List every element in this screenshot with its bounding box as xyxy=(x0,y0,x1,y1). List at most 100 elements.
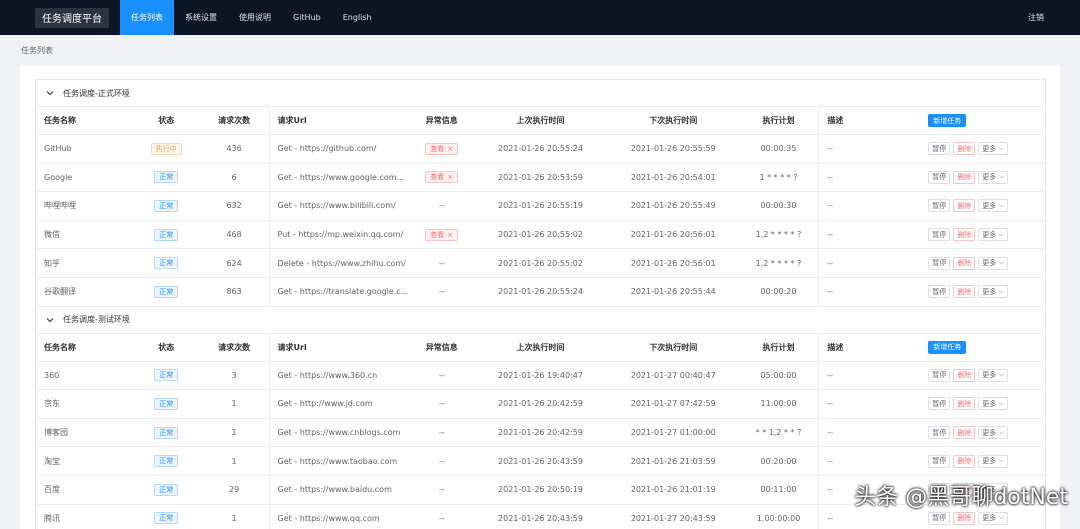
delete-button[interactable]: 删除 xyxy=(953,426,976,440)
request-url: Put - https://mp.weixin.qq.com/ xyxy=(268,220,411,249)
delete-button[interactable]: 删除 xyxy=(953,142,976,156)
pause-button[interactable]: 暂停 xyxy=(928,397,951,411)
status-badge: 执行中 xyxy=(150,142,182,155)
nav-task-list[interactable]: 任务列表 xyxy=(120,0,174,35)
next-run-time: 2021-01-26 20:54:01 xyxy=(630,172,716,182)
nav-github[interactable]: GitHub xyxy=(282,0,332,35)
actions-cell: 暂停 删除 更多 ⌵ xyxy=(918,164,1045,192)
table-row: 360 正常 3 Get - https://www.360.cn -- 2021-01-… xyxy=(36,361,1045,391)
more-dropdown[interactable]: 更多 ⌵ xyxy=(978,397,1008,411)
error-view-label: 查看 xyxy=(430,173,445,182)
error-cell: -- xyxy=(410,390,473,418)
pause-button[interactable]: 暂停 xyxy=(928,228,951,242)
request-count: 863 xyxy=(226,287,242,297)
pause-button[interactable]: 暂停 xyxy=(928,170,951,184)
more-dropdown[interactable]: 更多 ⌵ xyxy=(978,170,1008,184)
more-dropdown[interactable]: 更多 ⌵ xyxy=(978,228,1008,242)
error-cell: 查看 × xyxy=(410,135,473,163)
schedule: 11:00:00 xyxy=(760,399,797,409)
column-header-error-info: 异常信息 xyxy=(425,342,458,352)
actions-cell: 暂停 删除 更多 ⌵ xyxy=(918,390,1045,418)
close-icon[interactable]: × xyxy=(447,173,453,181)
actions-cell: 暂停 删除 更多 ⌵ xyxy=(918,135,1045,163)
more-dropdown[interactable]: 更多 ⌵ xyxy=(978,426,1008,440)
group-header[interactable]: 任务调度-测试环境 xyxy=(36,306,1045,334)
status-cell: 正常 xyxy=(133,362,200,390)
schedule: 00:00:30 xyxy=(760,201,797,211)
nav-system-settings[interactable]: 系统设置 xyxy=(174,0,228,35)
schedule: 05:00:00 xyxy=(760,370,797,380)
delete-button[interactable]: 删除 xyxy=(953,285,976,299)
status-cell: 正常 xyxy=(133,192,200,220)
more-dropdown[interactable]: 更多 ⌵ xyxy=(978,285,1008,299)
watermark: 头条 @黑哥聊dotNet xyxy=(854,485,1068,510)
delete-button[interactable]: 删除 xyxy=(953,170,976,184)
chevron-down-icon[interactable] xyxy=(45,88,55,98)
close-icon[interactable]: × xyxy=(447,145,453,153)
schedule: 00:20:00 xyxy=(760,456,797,466)
close-icon[interactable]: × xyxy=(447,231,453,239)
more-dropdown[interactable]: 更多 ⌵ xyxy=(978,199,1008,213)
add-task-button[interactable]: 新增任务 xyxy=(928,114,967,127)
add-task-button[interactable]: 新增任务 xyxy=(928,340,967,354)
delete-button[interactable]: 删除 xyxy=(953,199,976,213)
table-row: 微信 正常 468 Put - https://mp.weixin.qq.com/查看… xyxy=(36,220,1045,250)
more-label: 更多 xyxy=(982,428,997,437)
column-header-status: 状态 xyxy=(158,116,175,125)
nav-english[interactable]: English xyxy=(332,0,383,35)
pause-button[interactable]: 暂停 xyxy=(928,368,951,382)
error-view-tag[interactable]: 查看 × xyxy=(425,142,459,155)
task-name: 谷歌翻译 xyxy=(44,287,76,297)
delete-button[interactable]: 删除 xyxy=(953,397,976,411)
more-dropdown[interactable]: 更多 ⌵ xyxy=(978,511,1008,525)
description: -- xyxy=(818,135,918,163)
request-count: 29 xyxy=(229,485,240,495)
description: -- xyxy=(818,361,918,390)
request-url: Get - https://translate.google.c... xyxy=(268,277,411,306)
group-header[interactable]: 任务调度-正式环境 xyxy=(36,80,1045,107)
table-header: 任务名称 状态 请求次数 请求Url 异常信息 上次执行时间 下次执行时间 执行计划 描述 新增任… xyxy=(36,333,1045,362)
last-run-time: 2021-01-26 20:55:24 xyxy=(498,287,583,297)
last-run-time: 2021-01-26 20:53:59 xyxy=(498,172,583,182)
delete-button[interactable]: 删除 xyxy=(953,256,976,270)
logout-link[interactable]: 注销 xyxy=(1028,0,1044,35)
error-view-tag[interactable]: 查看 × xyxy=(425,171,459,184)
more-dropdown[interactable]: 更多 ⌵ xyxy=(978,368,1008,382)
next-run-time: 2021-01-26 20:55:44 xyxy=(630,287,716,297)
error-view-tag[interactable]: 查看 × xyxy=(425,228,459,241)
more-label: 更多 xyxy=(982,230,997,239)
pause-button[interactable]: 暂停 xyxy=(928,142,951,156)
actions-cell: 暂停 删除 更多 ⌵ xyxy=(918,192,1045,220)
brand-logo[interactable]: 任务调度平台 xyxy=(35,7,109,28)
request-url: Get - https://www.google.com... xyxy=(268,163,411,192)
request-url: Get - https://www.360.cn xyxy=(268,361,411,390)
pause-button[interactable]: 暂停 xyxy=(928,256,951,270)
pause-button[interactable]: 暂停 xyxy=(928,285,951,299)
delete-button[interactable]: 删除 xyxy=(953,228,976,242)
column-header-request-url: 请求Url xyxy=(268,333,411,361)
error-view-label: 查看 xyxy=(430,144,445,153)
pause-button[interactable]: 暂停 xyxy=(928,511,951,525)
status-badge: 正常 xyxy=(154,171,179,184)
top-navbar: 任务调度平台 任务列表 系统设置 使用说明 GitHub English 注销 xyxy=(0,0,1080,35)
error-empty: -- xyxy=(438,456,445,466)
column-header-schedule: 执行计划 xyxy=(762,342,795,352)
delete-button[interactable]: 删除 xyxy=(953,511,976,525)
delete-button[interactable]: 删除 xyxy=(953,368,976,382)
column-header-last-run: 上次执行时间 xyxy=(516,116,565,125)
delete-button[interactable]: 删除 xyxy=(953,454,976,468)
next-run-time: 2021-01-27 07:42:59 xyxy=(630,399,716,409)
description: -- xyxy=(818,220,918,249)
column-header-name: 任务名称 xyxy=(44,342,76,352)
more-dropdown[interactable]: 更多 ⌵ xyxy=(978,256,1008,270)
more-dropdown[interactable]: 更多 ⌵ xyxy=(978,142,1008,156)
column-header-request-count: 请求次数 xyxy=(218,116,251,125)
pause-button[interactable]: 暂停 xyxy=(928,426,951,440)
pause-button[interactable]: 暂停 xyxy=(928,199,951,213)
task-name: 腾讯 xyxy=(44,513,60,523)
pause-button[interactable]: 暂停 xyxy=(928,454,951,468)
table-row: 知乎 正常 624 Delete - https://www.zhihu.com/ --… xyxy=(36,249,1045,278)
nav-usage-guide[interactable]: 使用说明 xyxy=(228,0,282,35)
chevron-down-icon[interactable] xyxy=(45,315,55,325)
more-dropdown[interactable]: 更多 ⌵ xyxy=(978,454,1008,468)
